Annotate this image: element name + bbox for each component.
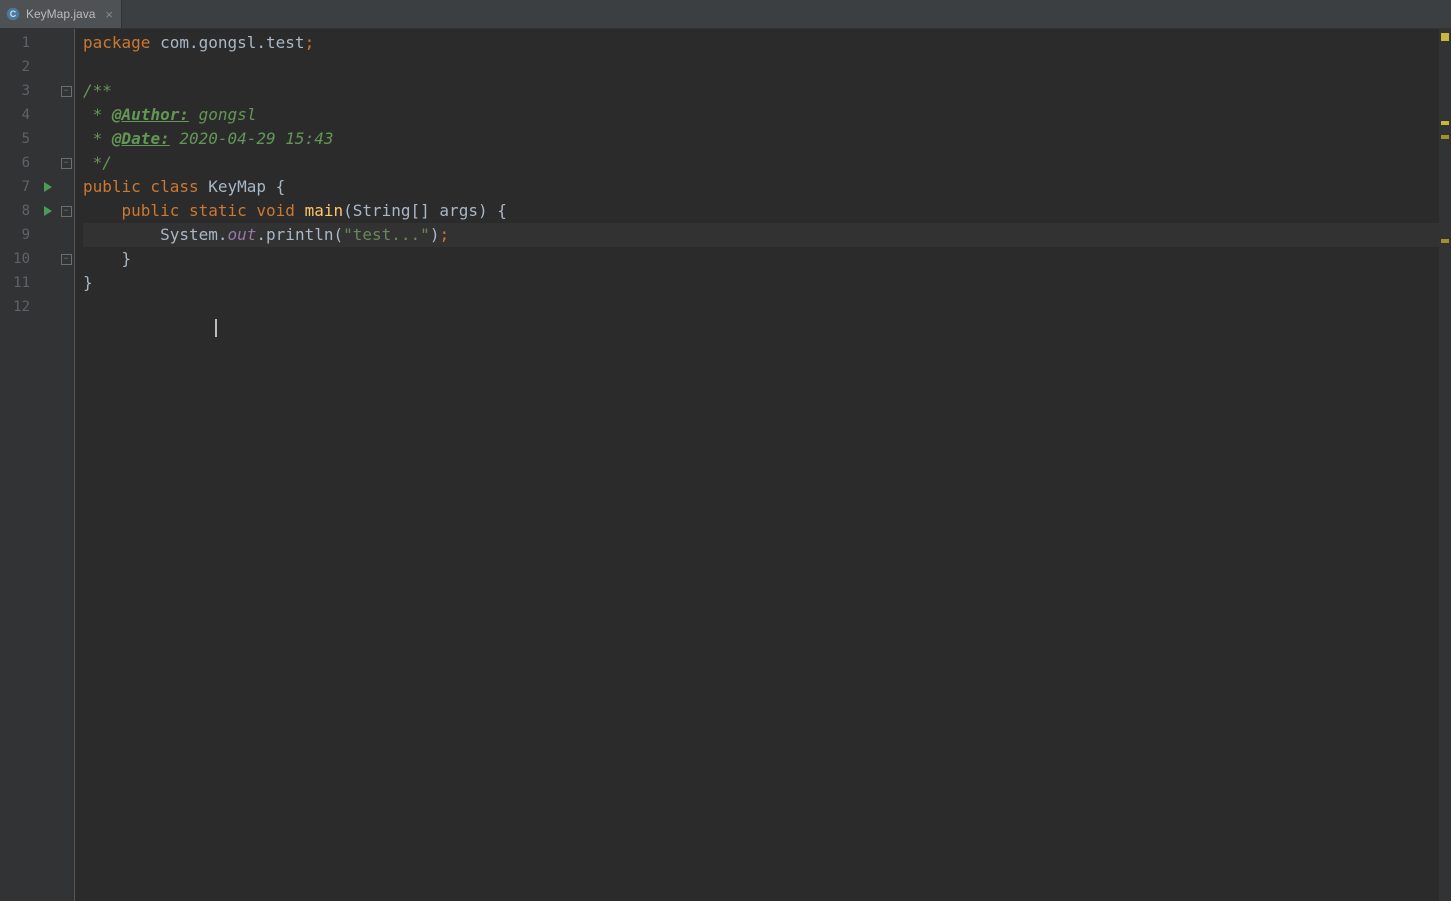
code-token: * xyxy=(83,105,112,124)
code-token: public class xyxy=(83,177,208,196)
code-token: com.gongsl.test xyxy=(150,33,304,52)
code-token: (String[] args) { xyxy=(343,201,507,220)
tab-bar: C KeyMap.java × xyxy=(0,0,1451,29)
code-token: KeyMap xyxy=(208,177,266,196)
code-token: main xyxy=(305,201,344,220)
line-number: 10 xyxy=(0,247,38,271)
line-number: 7 xyxy=(0,175,38,199)
run-class-gutter-icon[interactable] xyxy=(38,175,58,199)
run-triangle-icon xyxy=(44,182,52,192)
run-triangle-icon xyxy=(44,206,52,216)
code-token xyxy=(83,201,122,220)
editor-tab[interactable]: C KeyMap.java × xyxy=(0,0,122,28)
code-token: @Date: xyxy=(112,129,170,148)
warning-marker-icon[interactable] xyxy=(1441,239,1449,243)
line-number: 1 xyxy=(0,31,38,55)
code-token: .println( xyxy=(256,225,343,244)
close-tab-icon[interactable]: × xyxy=(101,7,113,22)
code-area[interactable]: package com.gongsl.test; /** * @Author: … xyxy=(75,29,1439,901)
line-number-gutter: 1 2 3 4 5 6 7 8 9 10 11 12 xyxy=(0,29,38,901)
code-editor[interactable]: 1 2 3 4 5 6 7 8 9 10 11 12 − − − xyxy=(0,29,1451,901)
code-token: 2020-04-29 15:43 xyxy=(170,129,334,148)
fold-toggle-icon[interactable]: − xyxy=(58,199,74,223)
tab-filename: KeyMap.java xyxy=(26,7,95,21)
code-token: package xyxy=(83,33,150,52)
line-number: 12 xyxy=(0,295,38,319)
code-token xyxy=(83,225,160,244)
code-token: * xyxy=(83,129,112,148)
code-token: } xyxy=(83,249,131,268)
java-class-file-icon: C xyxy=(6,7,20,21)
warning-marker-icon[interactable] xyxy=(1441,135,1449,139)
code-token: ; xyxy=(439,225,449,244)
code-token: gongsl xyxy=(189,105,256,124)
error-stripe[interactable] xyxy=(1439,29,1451,901)
code-token: public static void xyxy=(122,201,305,220)
code-token: System. xyxy=(160,225,227,244)
code-token: /** xyxy=(83,81,112,100)
line-number: 11 xyxy=(0,271,38,295)
code-token: @Author: xyxy=(112,105,189,124)
analysis-status-icon[interactable] xyxy=(1441,33,1449,41)
code-token: ) xyxy=(430,225,440,244)
code-token: } xyxy=(83,273,93,292)
gutter-icon-column xyxy=(38,29,58,901)
fold-toggle-icon[interactable]: − xyxy=(58,79,74,103)
line-number: 2 xyxy=(0,55,38,79)
code-token: out xyxy=(228,225,257,244)
fold-column: − − − − xyxy=(58,29,75,901)
line-number: 6 xyxy=(0,151,38,175)
text-caret-icon xyxy=(215,319,217,337)
code-token: ; xyxy=(305,33,315,52)
run-method-gutter-icon[interactable] xyxy=(38,199,58,223)
line-number: 3 xyxy=(0,79,38,103)
code-token: "test..." xyxy=(343,225,430,244)
warning-marker-icon[interactable] xyxy=(1441,121,1449,125)
line-number: 9 xyxy=(0,223,38,247)
line-number: 4 xyxy=(0,103,38,127)
code-token: { xyxy=(266,177,285,196)
fold-toggle-icon[interactable]: − xyxy=(58,247,74,271)
line-number: 8 xyxy=(0,199,38,223)
line-number: 5 xyxy=(0,127,38,151)
svg-text:C: C xyxy=(10,9,17,19)
fold-toggle-icon[interactable]: − xyxy=(58,151,74,175)
code-token: */ xyxy=(83,153,112,172)
